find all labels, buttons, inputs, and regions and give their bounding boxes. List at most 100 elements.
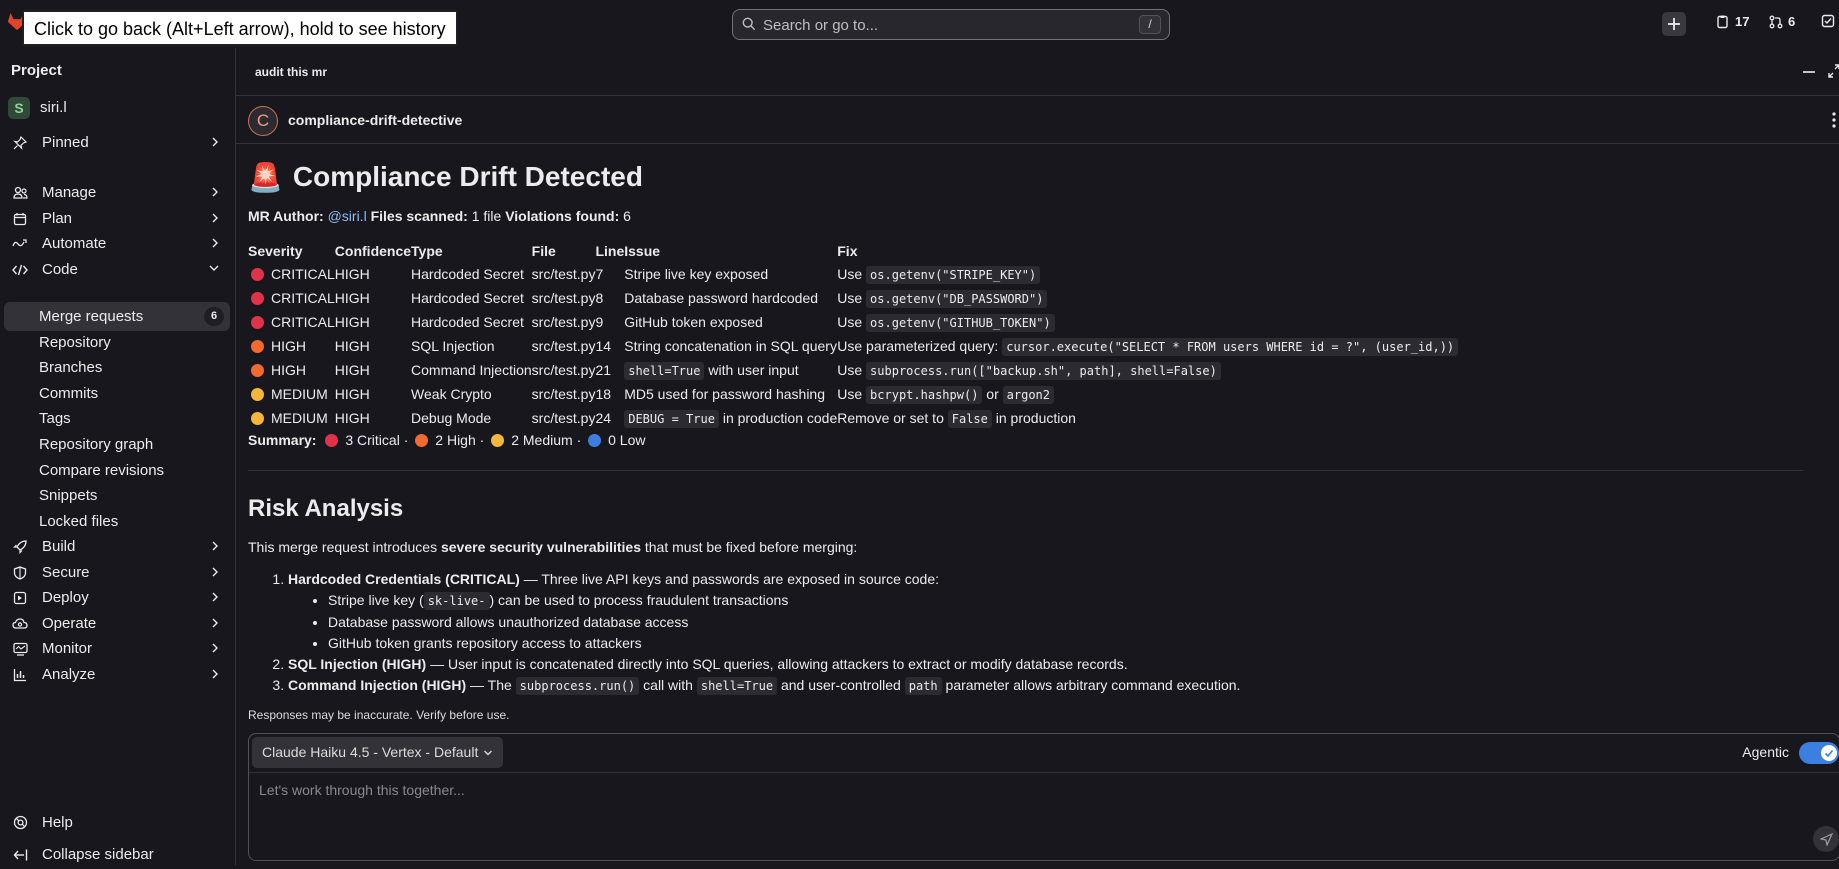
files-value: 1 file (471, 208, 502, 224)
merge-requests-count-button[interactable]: 6 (1769, 14, 1795, 29)
search-bar[interactable]: Search or go to... / (732, 9, 1170, 40)
issue-cell: MD5 used for password hashing (624, 382, 837, 406)
text: call with (639, 677, 697, 693)
model-selector[interactable]: Claude Haiku 4.5 - Vertex - Default (252, 737, 504, 768)
create-new-button[interactable] (1662, 12, 1686, 36)
confidence-cell: HIGH (334, 410, 370, 426)
confidence-cell: HIGH (334, 314, 370, 330)
issues-icon (1717, 15, 1728, 28)
yellow-circle-icon (251, 388, 264, 401)
sidebar-item-monitor[interactable]: Monitor (4, 634, 230, 663)
issue-cell: shell=True with user input (624, 358, 837, 382)
severity-text: MEDIUM (271, 410, 328, 426)
sidebar-item-automate[interactable]: Automate (4, 229, 230, 258)
chevron-right-icon (212, 187, 218, 197)
sidebar-item-manage[interactable]: Manage (4, 178, 230, 207)
sidebar-item-deploy[interactable]: Deploy (4, 583, 230, 612)
agentic-toggle[interactable] (1799, 742, 1839, 764)
sidebar-item-help[interactable]: Help (4, 808, 230, 837)
merge-requests-count: 6 (1788, 14, 1796, 29)
divider (248, 470, 1803, 471)
chevron-right-icon (212, 238, 218, 248)
inline-code: bcrypt.hashpw() (866, 386, 983, 404)
sidebar-item-repository-graph[interactable]: Repository graph (4, 430, 230, 459)
file-cell: src/test.py (531, 338, 596, 354)
confidence-cell: HIGH (334, 266, 370, 282)
sidebar-item-label: Deploy (42, 589, 89, 606)
todos-button[interactable] (1821, 14, 1835, 28)
issue-cell: DEBUG = True in production code (624, 406, 837, 430)
fix-text: Use parameterized query: (837, 338, 1003, 354)
duo-chat-panel: audit this mr C compliance-drift-detecti… (235, 48, 1839, 866)
sidebar-item-label: Automate (42, 235, 107, 252)
chevron-right-icon (212, 618, 218, 628)
issue-text: String concatenation in SQL query (624, 338, 837, 354)
inline-code: DEBUG = True (624, 410, 719, 428)
sidebar-item-pinned[interactable]: Pinned (4, 128, 230, 157)
sidebar-item-analyze[interactable]: Analyze (4, 660, 230, 689)
issue-text: GitHub token exposed (624, 314, 763, 330)
text: parameter allows arbitrary command execu… (941, 677, 1241, 693)
expand-icon[interactable] (1828, 64, 1839, 78)
sidebar-item-label: Repository graph (39, 436, 154, 453)
summary-label: Summary: (248, 432, 317, 448)
sidebar: Project S siri.l Pinned Manage Plan Auto… (0, 48, 235, 866)
sidebar-item-snippets[interactable]: Snippets (4, 481, 230, 510)
mr-author-link[interactable]: @siri.l (328, 208, 367, 224)
agentic-label: Agentic (1742, 744, 1789, 760)
sidebar-item-tags[interactable]: Tags (4, 404, 230, 433)
red-circle-icon (251, 316, 264, 329)
inline-code: cursor.execute("SELECT * FROM users WHER… (1002, 338, 1459, 356)
orange-circle-icon (415, 434, 429, 447)
summary-high: 2 High (435, 432, 476, 448)
file-cell: src/test.py (531, 266, 596, 282)
type-cell: Command Injection (411, 362, 532, 378)
issue-text: Stripe live key exposed (624, 266, 769, 282)
disclaimer: Responses may be inaccurate. Verify befo… (248, 708, 510, 722)
fix-cell: Use os.getenv("GITHUB_TOKEN") (837, 310, 1458, 334)
deploy-icon (13, 591, 27, 604)
sidebar-item-merge-requests[interactable]: Merge requests 6 (4, 302, 230, 331)
sidebar-item-build[interactable]: Build (4, 532, 230, 561)
inline-code: subprocess.run(["backup.sh", path], shel… (866, 362, 1221, 380)
inline-code: shell=True (624, 362, 705, 380)
sidebar-heading: Project (11, 62, 62, 79)
rocket-icon (13, 539, 27, 554)
sidebar-item-code[interactable]: Code (4, 255, 230, 284)
collapse-sidebar-button[interactable]: Collapse sidebar (4, 840, 230, 869)
help-icon (13, 815, 27, 830)
issue-text: Database password hardcoded (624, 290, 819, 306)
chat-input[interactable] (259, 782, 1559, 812)
issues-count-button[interactable]: 17 (1716, 14, 1749, 29)
sidebar-project-link[interactable]: S siri.l (4, 93, 230, 122)
inline-code: os.getenv("STRIPE_KEY") (866, 266, 1041, 284)
list-item-bold: Hardcoded Credentials (CRITICAL) (288, 571, 520, 587)
type-cell: Hardcoded Secret (411, 290, 524, 306)
sidebar-item-label: Monitor (42, 640, 93, 657)
type-cell: SQL Injection (411, 338, 495, 354)
shield-icon (13, 565, 27, 580)
red-circle-icon (251, 292, 264, 305)
more-options-icon[interactable] (1832, 112, 1836, 128)
table-header: Fix (837, 243, 858, 259)
confidence-cell: HIGH (334, 338, 370, 354)
violations-table: Severity Confidence Type File Line Issue Fix C… (248, 240, 1459, 430)
fix-text: Use (837, 266, 867, 282)
severity-cell: MEDIUM (248, 406, 335, 430)
line-cell: 18 (595, 386, 612, 402)
sidebar-item-label: Secure (42, 564, 90, 581)
text: Stripe live key ( (328, 592, 424, 608)
check-icon (1824, 749, 1834, 758)
sidebar-item-branches[interactable]: Branches (4, 353, 230, 382)
send-button[interactable] (1813, 826, 1839, 852)
fix-cell: Use subprocess.run(["backup.sh", path], … (837, 358, 1458, 382)
list-item: GitHub token grants repository access to… (328, 633, 1828, 654)
confidence-cell: HIGH (334, 386, 370, 402)
merge-requests-badge: 6 (204, 307, 224, 326)
fix-text: Use (837, 314, 867, 330)
risk-intro-text: This merge request introduces (248, 539, 441, 555)
agent-avatar: C (248, 106, 278, 136)
list-item: SQL Injection (HIGH) — User input is con… (288, 654, 1828, 675)
minimize-icon[interactable] (1802, 70, 1816, 74)
fix-text: in production (991, 410, 1076, 426)
